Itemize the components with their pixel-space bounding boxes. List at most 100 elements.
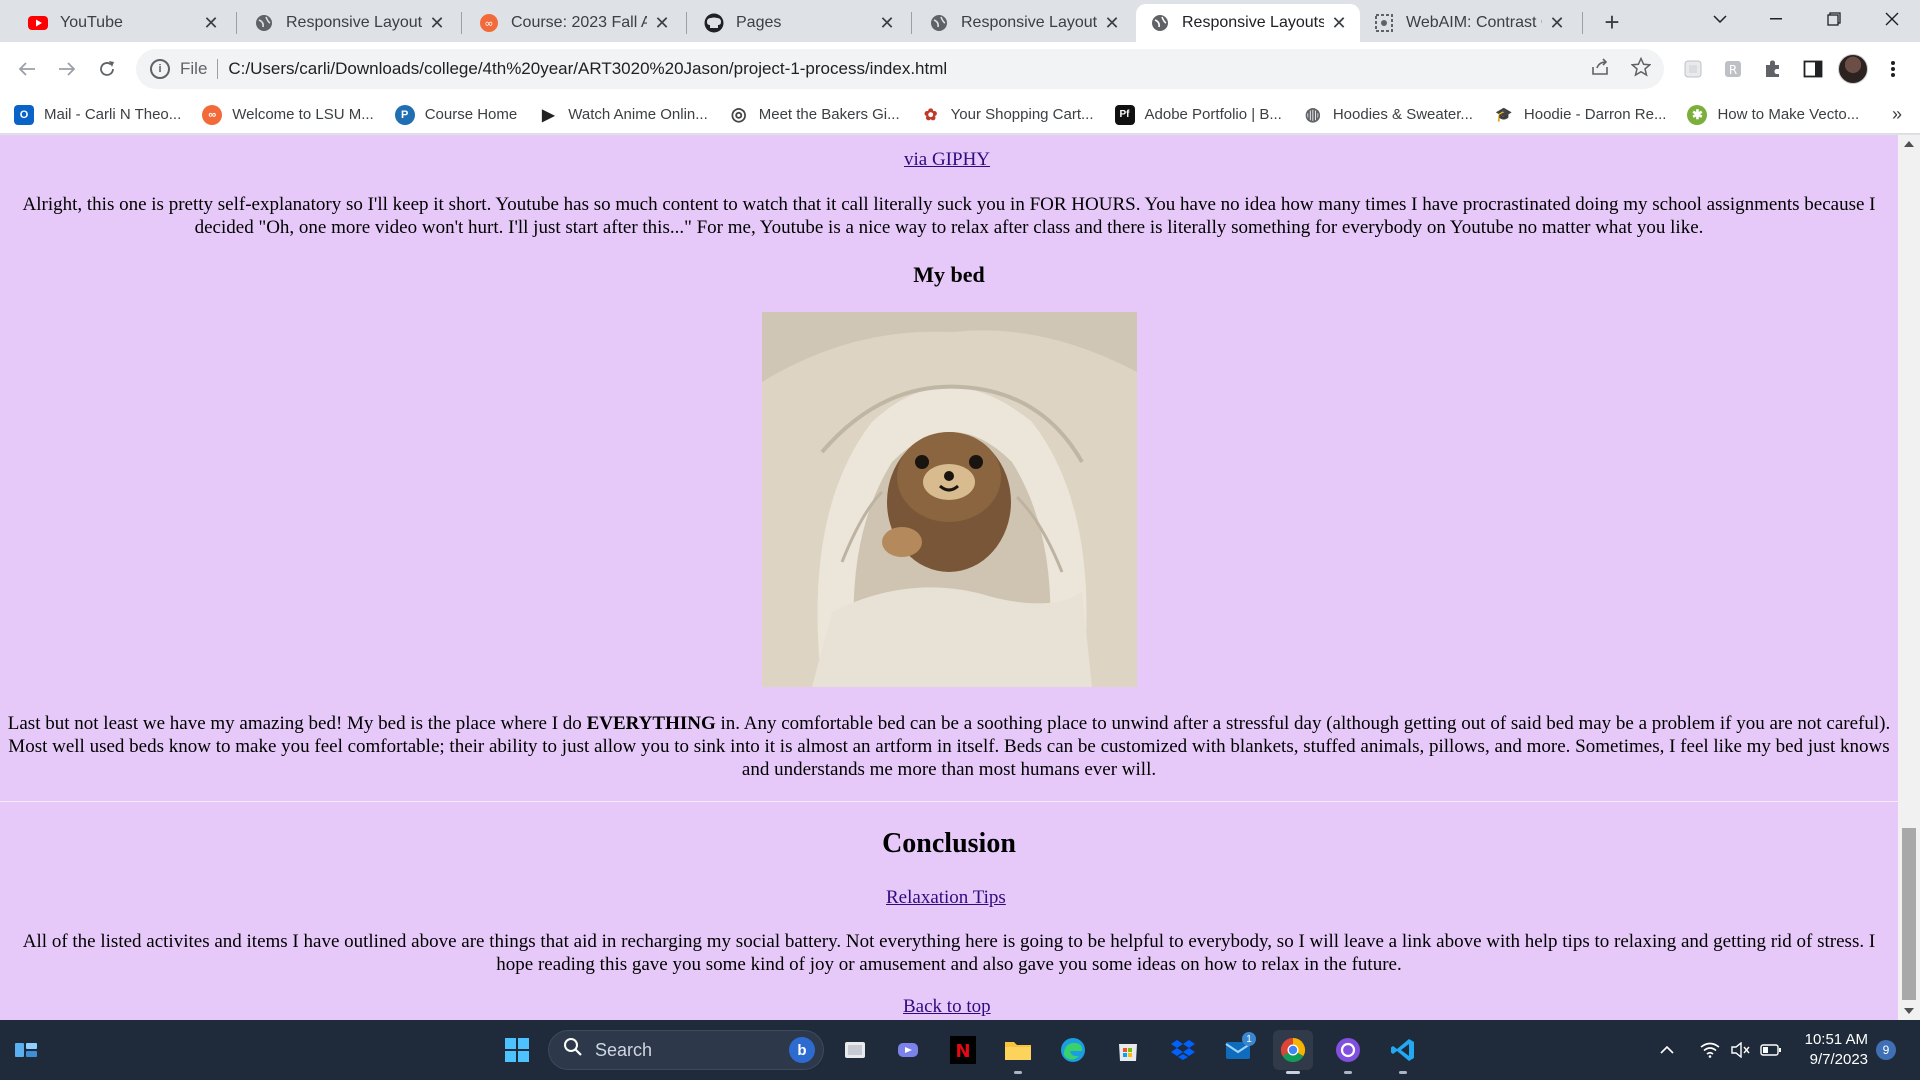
start-icon[interactable] [497,1030,537,1070]
tab-responsive-layouts-1[interactable]: Responsive Layouts ✕ [240,4,458,42]
bookmark-shopping-cart[interactable]: ✿ Your Shopping Cart... [921,105,1094,125]
edge-icon[interactable] [1053,1030,1093,1070]
tab-webaim[interactable]: WebAIM: Contrast Ch ✕ [1360,4,1578,42]
widgets-icon[interactable] [6,1030,46,1070]
scroll-up-arrow-icon[interactable] [1904,141,1914,147]
file-explorer-icon[interactable] [998,1030,1038,1074]
bookmarks-overflow-chevron-icon[interactable]: » [1892,104,1902,125]
bookmark-hoodies[interactable]: ◍ Hoodies & Sweater... [1303,104,1473,125]
active-indicator [1286,1071,1300,1074]
share-icon[interactable] [1586,52,1616,82]
bookmark-lsu[interactable]: ∞ Welcome to LSU M... [202,104,374,125]
webaim-icon [1374,13,1394,33]
github-desktop-icon[interactable] [1328,1030,1368,1074]
url-text[interactable]: C:/Users/carli/Downloads/college/4th%20y… [228,59,947,79]
wifi-icon[interactable] [1700,1020,1720,1080]
notification-badge[interactable]: 9 [1876,1040,1896,1060]
task-view-icon[interactable] [835,1030,875,1070]
close-tab-icon[interactable]: ✕ [1101,12,1123,34]
bookmark-anime[interactable]: ▶ Watch Anime Onlin... [538,105,708,125]
tab-pages[interactable]: Pages ✕ [690,4,908,42]
close-window-button[interactable] [1868,0,1916,38]
minimize-button[interactable] [1752,0,1800,38]
tab-title: Pages [736,14,782,31]
tab-title: Responsive Layouts [961,14,1097,31]
vector-icon: ✱ [1687,104,1708,125]
page-scrollbar[interactable] [1898,135,1920,1020]
taskbar-search[interactable]: Search b [548,1030,824,1070]
bakery-icon: ◎ [730,104,747,124]
svg-text:∞: ∞ [484,17,493,30]
bookmark-course-home[interactable]: P Course Home [394,104,518,125]
side-panel-icon[interactable] [1798,54,1828,84]
close-tab-icon[interactable]: ✕ [1546,12,1568,34]
tab-title: Course: 2023 Fall ART [511,14,647,31]
bookmark-label: Course Home [424,106,518,123]
tab-responsive-layouts-active[interactable]: Responsive Layouts ✕ [1136,4,1360,42]
address-bar[interactable]: i File C:/Users/carli/Downloads/college/… [136,49,1664,89]
close-tab-icon[interactable]: ✕ [1328,12,1350,34]
tab-youtube[interactable]: YouTube ✕ [14,4,232,42]
relaxation-tips-link[interactable]: Relaxation Tips [886,887,1006,909]
bookmark-label: How to Make Vecto... [1717,106,1860,123]
bookmark-label: Welcome to LSU M... [232,106,374,123]
bookmark-hoodie-darron[interactable]: 🎓 Hoodie - Darron Re... [1494,105,1667,125]
bookmark-adobe-portfolio[interactable]: Pf Adobe Portfolio | B... [1114,104,1282,125]
new-tab-button[interactable]: + [1598,7,1626,37]
svg-text:N: N [955,1041,970,1062]
running-indicator [1344,1071,1352,1074]
bookmark-star-icon[interactable] [1626,52,1656,82]
back-to-top-link[interactable]: Back to top [903,996,991,1018]
running-indicator [1014,1071,1022,1074]
tab-search-chevron-icon[interactable] [1696,0,1744,38]
adobe-portfolio-icon: Pf [1114,104,1135,125]
bookmark-bakers[interactable]: ◎ Meet the Bakers Gi... [729,104,900,125]
address-divider [217,59,219,79]
tab-title: YouTube [60,14,123,31]
battery-icon[interactable] [1760,1020,1782,1080]
more-menu-icon[interactable] [1878,54,1908,84]
moodle-icon: ∞ [202,104,223,125]
close-tab-icon[interactable]: ✕ [426,12,448,34]
back-arrow-icon[interactable] [12,54,42,84]
bookmark-label: Watch Anime Onlin... [568,106,708,123]
scroll-down-arrow-icon[interactable] [1904,1008,1914,1014]
extensions-puzzle-icon[interactable] [1758,54,1788,84]
dropbox-icon[interactable] [1163,1030,1203,1070]
forward-arrow-icon[interactable] [52,54,82,84]
outlook-icon: O [14,104,34,125]
bed-paragraph-pre: Last but not least we have my amazing be… [7,713,587,734]
close-tab-icon[interactable]: ✕ [651,12,673,34]
bookmark-label: Hoodie - Darron Re... [1523,106,1667,123]
teams-icon[interactable] [888,1030,928,1070]
volume-muted-icon[interactable] [1730,1020,1750,1080]
vscode-icon[interactable] [1383,1030,1423,1074]
bookmark-mail[interactable]: O Mail - Carli N Theo... [14,104,181,125]
extension-2-icon[interactable]: R [1718,54,1748,84]
bed-heading: My bed [913,262,985,287]
chrome-icon[interactable] [1273,1030,1313,1074]
close-tab-icon[interactable]: ✕ [200,12,222,34]
close-tab-icon[interactable]: ✕ [876,12,898,34]
mail-icon[interactable]: 1 [1218,1030,1258,1070]
bear-in-blanket-image [762,312,1137,687]
profile-avatar[interactable] [1838,54,1868,84]
tab-separator [1582,12,1583,34]
reload-icon[interactable] [92,54,122,84]
youtube-paragraph: Alright, this one is pretty self-explana… [22,194,1876,238]
store-icon[interactable] [1108,1030,1148,1070]
extension-1-icon[interactable] [1678,54,1708,84]
svg-text:R: R [1729,63,1737,77]
site-info-icon[interactable]: i [150,59,170,79]
restore-button[interactable] [1810,0,1858,38]
bookmark-vector[interactable]: ✱ How to Make Vecto... [1687,104,1860,125]
system-clock[interactable]: 10:51 AM 9/7/2023 [1788,1030,1868,1070]
scroll-thumb[interactable] [1902,828,1916,1000]
netflix-icon[interactable]: N [943,1030,983,1070]
tab-course[interactable]: ∞ Course: 2023 Fall ART ✕ [465,4,683,42]
tab-responsive-layouts-2[interactable]: Responsive Layouts ✕ [915,4,1133,42]
tray-overflow-chevron-icon[interactable] [1660,1020,1674,1080]
giphy-link[interactable]: via GIPHY [904,149,990,171]
bing-icon[interactable]: b [789,1037,815,1063]
tab-title: WebAIM: Contrast Ch [1406,14,1542,31]
